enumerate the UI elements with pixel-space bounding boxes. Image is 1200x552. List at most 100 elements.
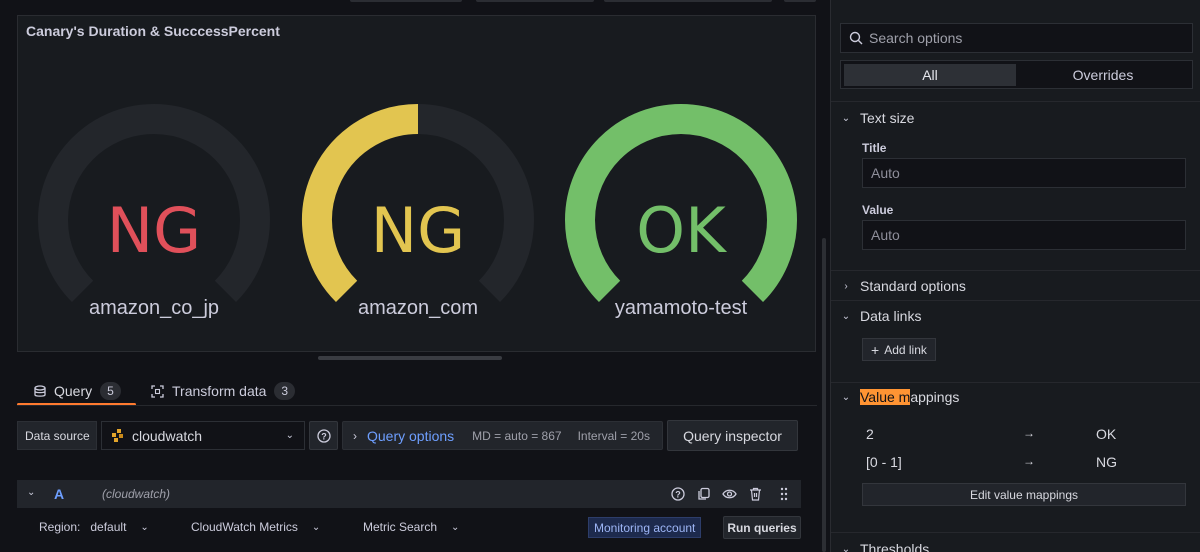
mapping-from: [0 - 1] <box>866 454 902 470</box>
data-source-value: cloudwatch <box>132 427 203 444</box>
panel-resize-handle[interactable] <box>318 356 502 360</box>
gauge-yamamoto-test: OK yamamoto-test <box>561 102 801 342</box>
metric-search-select[interactable]: Metric Search ⌄ <box>363 520 459 534</box>
tab-all[interactable]: All <box>844 64 1016 86</box>
mapping-to: OK <box>1096 426 1117 442</box>
metrics-mode-value: CloudWatch Metrics <box>191 520 298 534</box>
chevron-down-icon: ⌄ <box>140 521 149 533</box>
region-select[interactable]: Region: default ⌄ <box>39 520 149 534</box>
metric-search-value: Metric Search <box>363 520 438 534</box>
eye-icon[interactable] <box>722 487 737 501</box>
tab-query[interactable]: Query 5 <box>34 376 121 406</box>
thresholds-header[interactable]: ⌄ Thresholds <box>841 541 929 552</box>
options-tab-group: All Overrides <box>840 60 1193 89</box>
add-link-label: Add link <box>884 342 927 357</box>
gauge-label: amazon_com <box>357 297 479 319</box>
gauge-value: NG <box>370 194 466 267</box>
title-size-input[interactable]: Auto <box>862 158 1186 188</box>
database-icon <box>34 384 46 397</box>
md-text: MD = auto = 867 <box>472 428 562 443</box>
tab-overrides[interactable]: Overrides <box>1017 64 1189 86</box>
transform-icon <box>151 384 164 398</box>
add-link-button[interactable]: + Add link <box>862 338 936 361</box>
help-icon[interactable]: ? <box>671 487 685 501</box>
query-inspector-button[interactable]: Query inspector <box>667 420 798 451</box>
standard-options-title: Standard options <box>860 278 966 294</box>
gauge-value: NG <box>106 194 202 267</box>
duplicate-icon[interactable] <box>697 487 711 501</box>
query-source-name: (cloudwatch) <box>102 487 171 501</box>
cloudwatch-icon <box>112 428 123 442</box>
value-mappings-title-rest: appings <box>910 389 960 405</box>
value-size-label: Value <box>862 203 894 217</box>
help-icon: ? <box>316 428 331 443</box>
standard-options-header[interactable]: › Standard options <box>841 278 966 294</box>
panel-title: Canary's Duration & SucccessPercent <box>26 23 280 39</box>
title-size-label: Title <box>862 141 887 155</box>
data-links-title: Data links <box>860 308 922 324</box>
gauge-amazon-com: NG amazon_com <box>298 102 538 342</box>
chevron-down-icon: ⌄ <box>311 521 321 533</box>
query-options-label[interactable]: Query options <box>367 428 454 444</box>
data-links-header[interactable]: ⌄ Data links <box>841 308 922 324</box>
mapping-to: NG <box>1096 454 1117 470</box>
region-label: Region: <box>39 520 81 534</box>
svg-text:?: ? <box>675 490 681 500</box>
search-options-input[interactable]: Search options <box>840 23 1193 53</box>
value-mappings-section: ⌄ Value mappings 2 → OK [0 - 1] → NG Edi… <box>831 382 1200 532</box>
trash-icon[interactable] <box>749 487 762 501</box>
gauge-label: yamamoto-test <box>614 297 748 319</box>
gauge-panel[interactable]: Canary's Duration & SucccessPercent NG a… <box>17 15 816 352</box>
query-a-header[interactable]: ⌄ A (cloudwatch) ? <box>17 480 801 508</box>
chevron-down-icon: ⌄ <box>841 391 851 403</box>
edit-value-mappings-button[interactable]: Edit value mappings <box>862 483 1186 506</box>
query-options-bar[interactable]: › Query options MD = auto = 867 Interval… <box>342 421 663 450</box>
chevron-down-icon: ⌄ <box>451 521 460 533</box>
chevron-right-icon: › <box>844 280 848 292</box>
text-size-title: Text size <box>860 110 915 126</box>
tab-transform[interactable]: Transform data 3 <box>151 376 296 406</box>
value-mappings-header[interactable]: ⌄ Value mappings <box>841 389 959 405</box>
scrollbar[interactable] <box>822 238 826 552</box>
gauge-label: amazon_co_jp <box>88 297 220 319</box>
collapse-chevron-icon[interactable]: ⌄ <box>27 487 35 498</box>
arrow-right-icon: → <box>1023 426 1035 440</box>
tab-transform-label: Transform data <box>172 383 267 399</box>
search-icon <box>849 31 863 45</box>
gauge-amazon-co-jp: NG amazon_co_jp <box>34 102 274 342</box>
monitoring-account-badge[interactable]: Monitoring account <box>588 517 702 538</box>
options-pane: Search options All Overrides ⌄ Text size… <box>830 0 1200 552</box>
data-links-section: ⌄ Data links + Add link <box>831 300 1200 382</box>
chevron-down-icon: ⌄ <box>841 310 851 322</box>
text-size-header[interactable]: ⌄ Text size <box>841 110 915 126</box>
tab-query-count: 5 <box>100 382 121 400</box>
data-source-label: Data source <box>17 421 97 450</box>
standard-options-section[interactable]: › Standard options <box>831 270 1200 300</box>
data-source-help-button[interactable]: ? <box>309 421 338 450</box>
drag-handle-icon[interactable] <box>780 487 788 501</box>
chevron-down-icon: ⌄ <box>285 430 294 441</box>
region-value: default <box>90 520 127 534</box>
plus-icon: + <box>871 341 880 358</box>
tabs-divider <box>17 405 817 406</box>
top-toolbar-remnant <box>0 0 820 6</box>
chevron-down-icon: ⌄ <box>841 112 851 124</box>
mapping-from: 2 <box>866 426 874 442</box>
tab-transform-count: 3 <box>274 382 296 400</box>
interval-text: Interval = 20s <box>577 428 650 443</box>
chevron-right-icon: › <box>353 428 357 443</box>
value-size-input[interactable]: Auto <box>862 220 1186 250</box>
data-source-select[interactable]: cloudwatch ⌄ <box>101 421 305 450</box>
svg-text:?: ? <box>321 431 327 441</box>
arrow-right-icon: → <box>1023 454 1035 468</box>
text-size-section: ⌄ Text size Title Auto Value Auto <box>831 101 1200 270</box>
run-queries-button[interactable]: Run queries <box>723 516 801 539</box>
query-ref-id[interactable]: A <box>54 486 64 502</box>
chevron-down-icon: ⌄ <box>841 543 851 552</box>
search-highlight: Value m <box>860 389 911 405</box>
search-options-placeholder: Search options <box>869 30 963 46</box>
thresholds-section: ⌄ Thresholds <box>831 532 1200 552</box>
gauge-value: OK <box>636 194 726 267</box>
metrics-mode-select[interactable]: CloudWatch Metrics ⌄ <box>191 520 320 534</box>
tab-query-label: Query <box>54 383 93 399</box>
